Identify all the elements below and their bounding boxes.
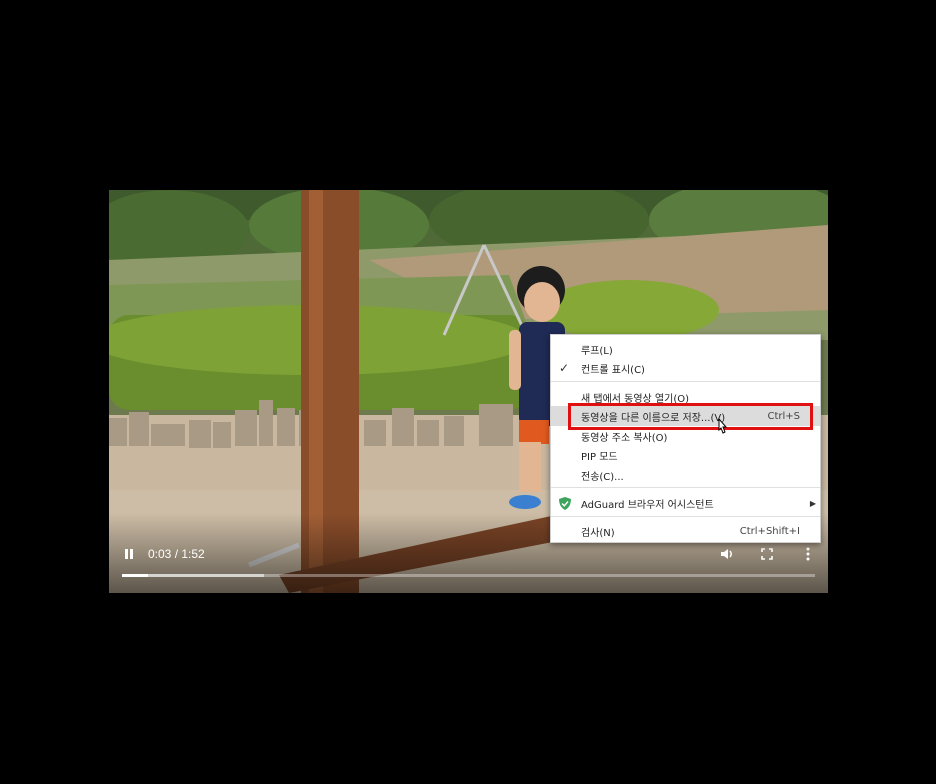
menu-separator: [551, 487, 820, 488]
pause-button[interactable]: [118, 543, 140, 565]
fullscreen-icon: [761, 548, 773, 560]
fullscreen-button[interactable]: [756, 543, 778, 565]
seek-bar[interactable]: [122, 574, 815, 577]
menu-separator: [551, 516, 820, 517]
menu-item-label: 루프(L): [581, 345, 613, 357]
menu-item-label: AdGuard 브라우저 어시스턴트: [581, 499, 714, 511]
menu-item-label: 컨트롤 표시(C): [581, 364, 645, 376]
time-display: 0:03 / 1:52: [148, 547, 205, 561]
more-vert-icon: [806, 547, 810, 561]
menu-separator: [551, 381, 820, 382]
menu-item-label: 전송(C)...: [581, 471, 624, 483]
menu-item-label: 동영상 주소 복사(O): [581, 432, 668, 444]
check-icon: ✓: [559, 361, 570, 375]
highlight-box: [568, 403, 813, 430]
menu-item-adguard[interactable]: AdGuard 브라우저 어시스턴트 ▶: [551, 493, 820, 513]
menu-item-shortcut: Ctrl+Shift+I: [739, 525, 800, 537]
menu-item-label: 검사(N): [581, 527, 615, 539]
menu-item-pip[interactable]: PIP 모드: [551, 445, 820, 465]
context-menu: 루프(L) ✓ 컨트롤 표시(C) 새 탭에서 동영상 열기(O) 동영상을 다…: [550, 334, 821, 543]
pause-icon: [125, 549, 133, 559]
adguard-shield-icon: [559, 497, 571, 510]
menu-item-show-controls[interactable]: ✓ 컨트롤 표시(C): [551, 358, 820, 378]
volume-button[interactable]: [716, 543, 738, 565]
menu-item-inspect[interactable]: 검사(N) Ctrl+Shift+I: [551, 521, 820, 541]
progress-fill: [122, 574, 148, 577]
menu-item-cast[interactable]: 전송(C)...: [551, 465, 820, 485]
submenu-arrow-icon: ▶: [809, 498, 816, 508]
mouse-cursor-icon: [718, 418, 728, 434]
menu-item-loop[interactable]: 루프(L): [551, 339, 820, 359]
menu-item-label: PIP 모드: [581, 451, 618, 463]
volume-icon: [721, 549, 732, 559]
more-options-button[interactable]: [797, 543, 819, 565]
